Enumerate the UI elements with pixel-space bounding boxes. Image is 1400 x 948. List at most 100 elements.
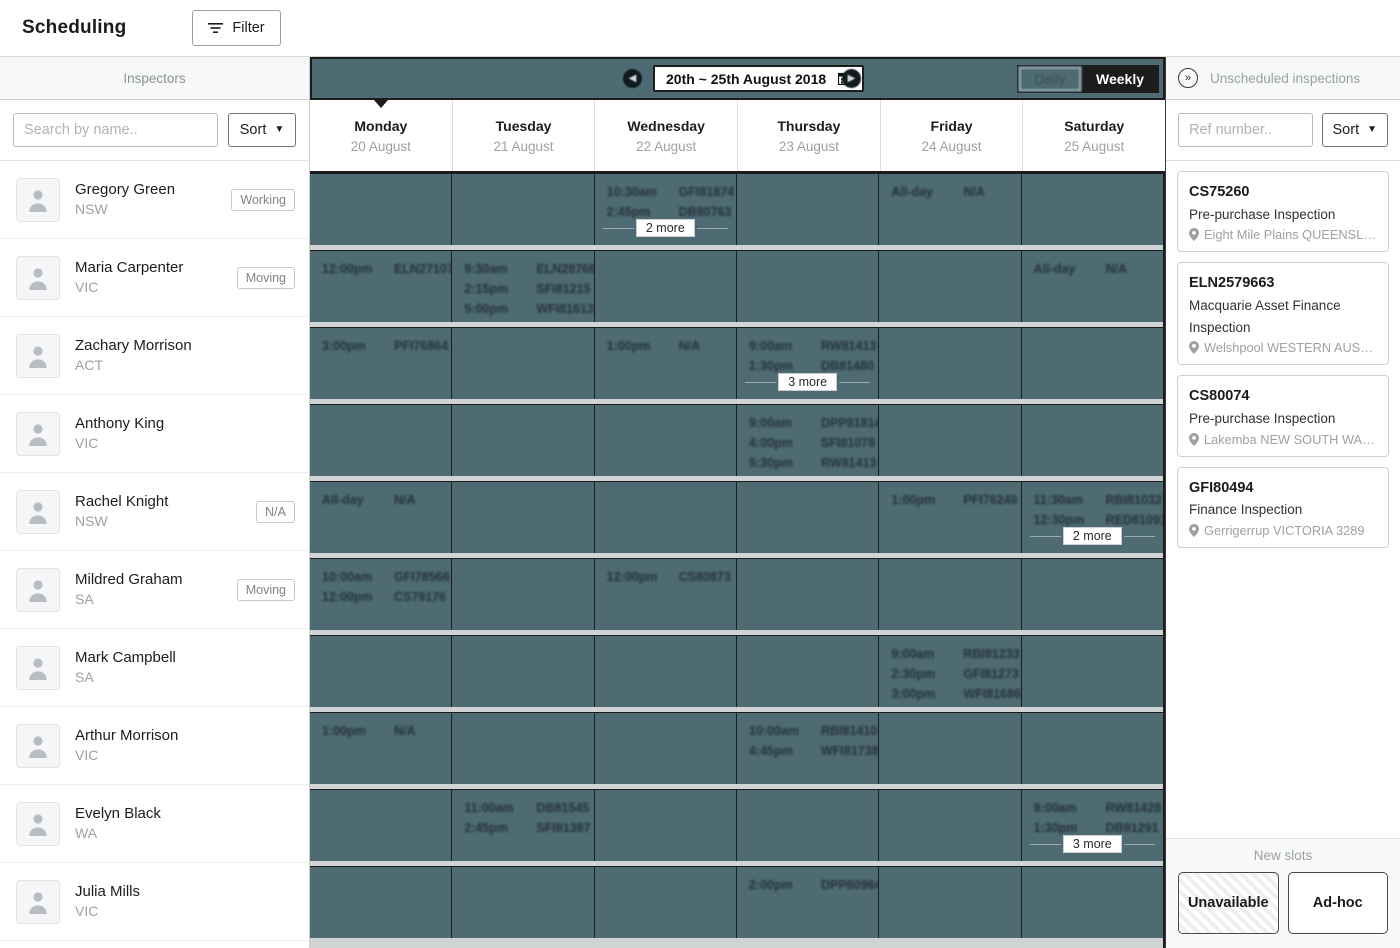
calendar-cell[interactable] <box>452 328 595 399</box>
date-range-picker[interactable]: 20th ~ 25th August 2018 <box>653 65 865 92</box>
calendar-cell[interactable] <box>1022 867 1163 938</box>
calendar-cell[interactable] <box>595 251 737 322</box>
calendar-cell[interactable] <box>452 482 595 553</box>
calendar-event[interactable]: 2:45pm DB80763 <box>607 205 732 219</box>
calendar-cell[interactable] <box>452 867 595 938</box>
calendar-cell[interactable] <box>595 867 737 938</box>
calendar-cell[interactable]: 11:00am DB81545 2:45pm SFI81387 <box>452 790 595 861</box>
next-period-button[interactable]: ▶ <box>842 69 861 88</box>
calendar-cell[interactable] <box>310 405 453 476</box>
day-header-monday[interactable]: Monday 20 August <box>310 100 453 171</box>
calendar-event[interactable]: 11:30am RBI81032 <box>1034 493 1162 507</box>
inspectors-sort-button[interactable]: Sort ▼ <box>228 113 296 147</box>
calendar-cell[interactable]: 10:00am GFI78566 12:00pm CS79176 <box>310 559 453 630</box>
new-slot-ad-hoc-button[interactable]: Ad-hoc <box>1287 872 1388 934</box>
calendar-cell[interactable] <box>879 713 1022 784</box>
calendar-event[interactable]: 9:00am DPP81814... <box>749 416 878 430</box>
unscheduled-inspection-card[interactable]: GFI80494 Finance Inspection Gerrigerrup VI… <box>1177 466 1389 548</box>
inspector-row[interactable]: Evelyn Black WA <box>0 785 309 863</box>
calendar-event[interactable]: 12:00pm CS80873 <box>607 570 731 584</box>
calendar-cell[interactable]: 10:00am RBI81410 4:45pm WFI81738 <box>737 713 880 784</box>
calendar-event[interactable]: 3:00pm WFI81686 <box>891 687 1020 701</box>
calendar-cell[interactable]: 3:00pm PFI76864 <box>310 328 453 399</box>
calendar-cell[interactable] <box>737 636 880 707</box>
day-header-friday[interactable]: Friday 24 August <box>881 100 1024 171</box>
calendar-cell[interactable] <box>310 636 453 707</box>
calendar-cell[interactable] <box>879 559 1022 630</box>
calendar-cell[interactable] <box>452 174 595 245</box>
calendar-event[interactable]: 10:30am GFI81874 <box>607 185 735 199</box>
day-header-wednesday[interactable]: Wednesday 22 August <box>595 100 739 171</box>
calendar-event[interactable]: 12:00pm ELN27107... <box>322 262 451 276</box>
calendar-cell[interactable]: 9:00am RBI81233 2:30pm GFI81273 3:00pm WFI816… <box>879 636 1022 707</box>
calendar-cell[interactable] <box>595 405 737 476</box>
calendar-event[interactable]: 2:45pm SFI81387 <box>464 821 590 835</box>
calendar-cell[interactable]: 1:00pm N/A <box>310 713 453 784</box>
calendar-event[interactable]: 3:00pm PFI76864 <box>322 339 448 353</box>
calendar-cell[interactable]: 11:30am RBI81032 12:30pm RED81091 2 more <box>1022 482 1163 553</box>
more-events-link[interactable]: 2 more <box>602 219 728 237</box>
calendar-cell[interactable] <box>452 405 595 476</box>
calendar-event[interactable]: 9:00am RBI81233 <box>891 647 1019 661</box>
calendar-cell[interactable]: 2:00pm DPP80964 <box>737 867 880 938</box>
calendar-event[interactable]: All-day N/A <box>1034 262 1151 276</box>
calendar-event[interactable]: 9:30am ELN28766... <box>464 262 593 276</box>
inspector-row[interactable]: Anthony King VIC <box>0 395 309 473</box>
calendar-cell[interactable]: All-day N/A <box>310 482 453 553</box>
calendar-cell[interactable] <box>1022 636 1163 707</box>
calendar-cell[interactable] <box>310 867 453 938</box>
calendar-cell[interactable] <box>879 328 1022 399</box>
calendar-event[interactable]: 9:00am RW81428 <box>1034 801 1161 815</box>
inspectors-list[interactable]: Gregory Green NSW Working Maria Carpenter VI… <box>0 161 309 948</box>
calendar-event[interactable]: All-day N/A <box>322 493 439 507</box>
calendar-event[interactable]: 12:30pm RED81091 <box>1034 513 1163 527</box>
calendar-cell[interactable] <box>737 251 880 322</box>
more-events-link[interactable]: 3 more <box>1029 835 1155 853</box>
calendar-cell[interactable] <box>737 482 880 553</box>
calendar-cell[interactable] <box>310 790 453 861</box>
calendar-event[interactable]: 2:30pm GFI81273 <box>891 667 1019 681</box>
calendar-event[interactable]: 1:00pm N/A <box>322 724 439 738</box>
calendar-event[interactable]: 2:15pm SFI81215 <box>464 282 590 296</box>
calendar-cell[interactable]: 12:00pm CS80873 <box>595 559 737 630</box>
calendar-cell[interactable] <box>879 405 1022 476</box>
calendar-event[interactable]: 1:00pm N/A <box>607 339 724 353</box>
calendar-cell[interactable] <box>879 790 1022 861</box>
unscheduled-sort-button[interactable]: Sort ▼ <box>1321 113 1388 147</box>
calendar-cell[interactable] <box>879 251 1022 322</box>
inspector-row[interactable]: Arthur Morrison VIC <box>0 707 309 785</box>
calendar-cell[interactable]: 1:00pm PFI76246 <box>879 482 1022 553</box>
ref-number-search-input[interactable] <box>1178 113 1313 147</box>
more-events-link[interactable]: 2 more <box>1029 527 1155 545</box>
calendar-cell[interactable]: 9:00am RW81413 1:30pm DB81480 3 more <box>737 328 880 399</box>
day-header-saturday[interactable]: Saturday 25 August <box>1023 100 1165 171</box>
view-mode-weekly[interactable]: Weekly <box>1082 65 1158 92</box>
more-events-link[interactable]: 3 more <box>744 373 871 391</box>
calendar-cell[interactable]: 9:00am DPP81814... 4:00pm SFI81078 5:30pm RW8… <box>737 405 880 476</box>
calendar-event[interactable]: 2:00pm DPP80964 <box>749 878 878 892</box>
calendar-cell[interactable] <box>737 174 880 245</box>
calendar-event[interactable]: 12:00pm CS79176 <box>322 590 446 604</box>
calendar-cell[interactable] <box>452 559 595 630</box>
calendar-cell[interactable]: All-day N/A <box>1022 251 1163 322</box>
calendar-cell[interactable] <box>1022 328 1163 399</box>
calendar-cell[interactable] <box>879 867 1022 938</box>
filter-button[interactable]: Filter <box>192 10 281 46</box>
calendar-grid[interactable]: 10:30am GFI81874 2:45pm DB80763 2 more All-da… <box>310 173 1165 948</box>
calendar-cell[interactable] <box>595 713 737 784</box>
calendar-cell[interactable] <box>1022 713 1163 784</box>
chevron-double-right-icon[interactable]: » <box>1178 68 1198 88</box>
calendar-cell[interactable]: 10:30am GFI81874 2:45pm DB80763 2 more <box>595 174 737 245</box>
calendar-event[interactable]: 10:00am RBI81410 <box>749 724 877 738</box>
calendar-cell[interactable]: 12:00pm ELN27107... <box>310 251 453 322</box>
calendar-event[interactable]: 4:00pm SFI81078 <box>749 436 875 450</box>
calendar-cell[interactable] <box>737 790 880 861</box>
calendar-cell[interactable] <box>452 636 595 707</box>
inspector-row[interactable]: Rachel Knight NSW N/A <box>0 473 309 551</box>
day-header-tuesday[interactable]: Tuesday 21 August <box>453 100 596 171</box>
calendar-cell[interactable] <box>1022 559 1163 630</box>
inspector-row[interactable]: Gregory Green NSW Working <box>0 161 309 239</box>
inspector-row[interactable]: Julia Mills VIC <box>0 863 309 941</box>
new-slot-unavailable-button[interactable]: Unavailable <box>1178 872 1279 934</box>
unscheduled-inspection-card[interactable]: ELN2579663 Macquarie Asset Finance Inspec… <box>1177 262 1389 366</box>
